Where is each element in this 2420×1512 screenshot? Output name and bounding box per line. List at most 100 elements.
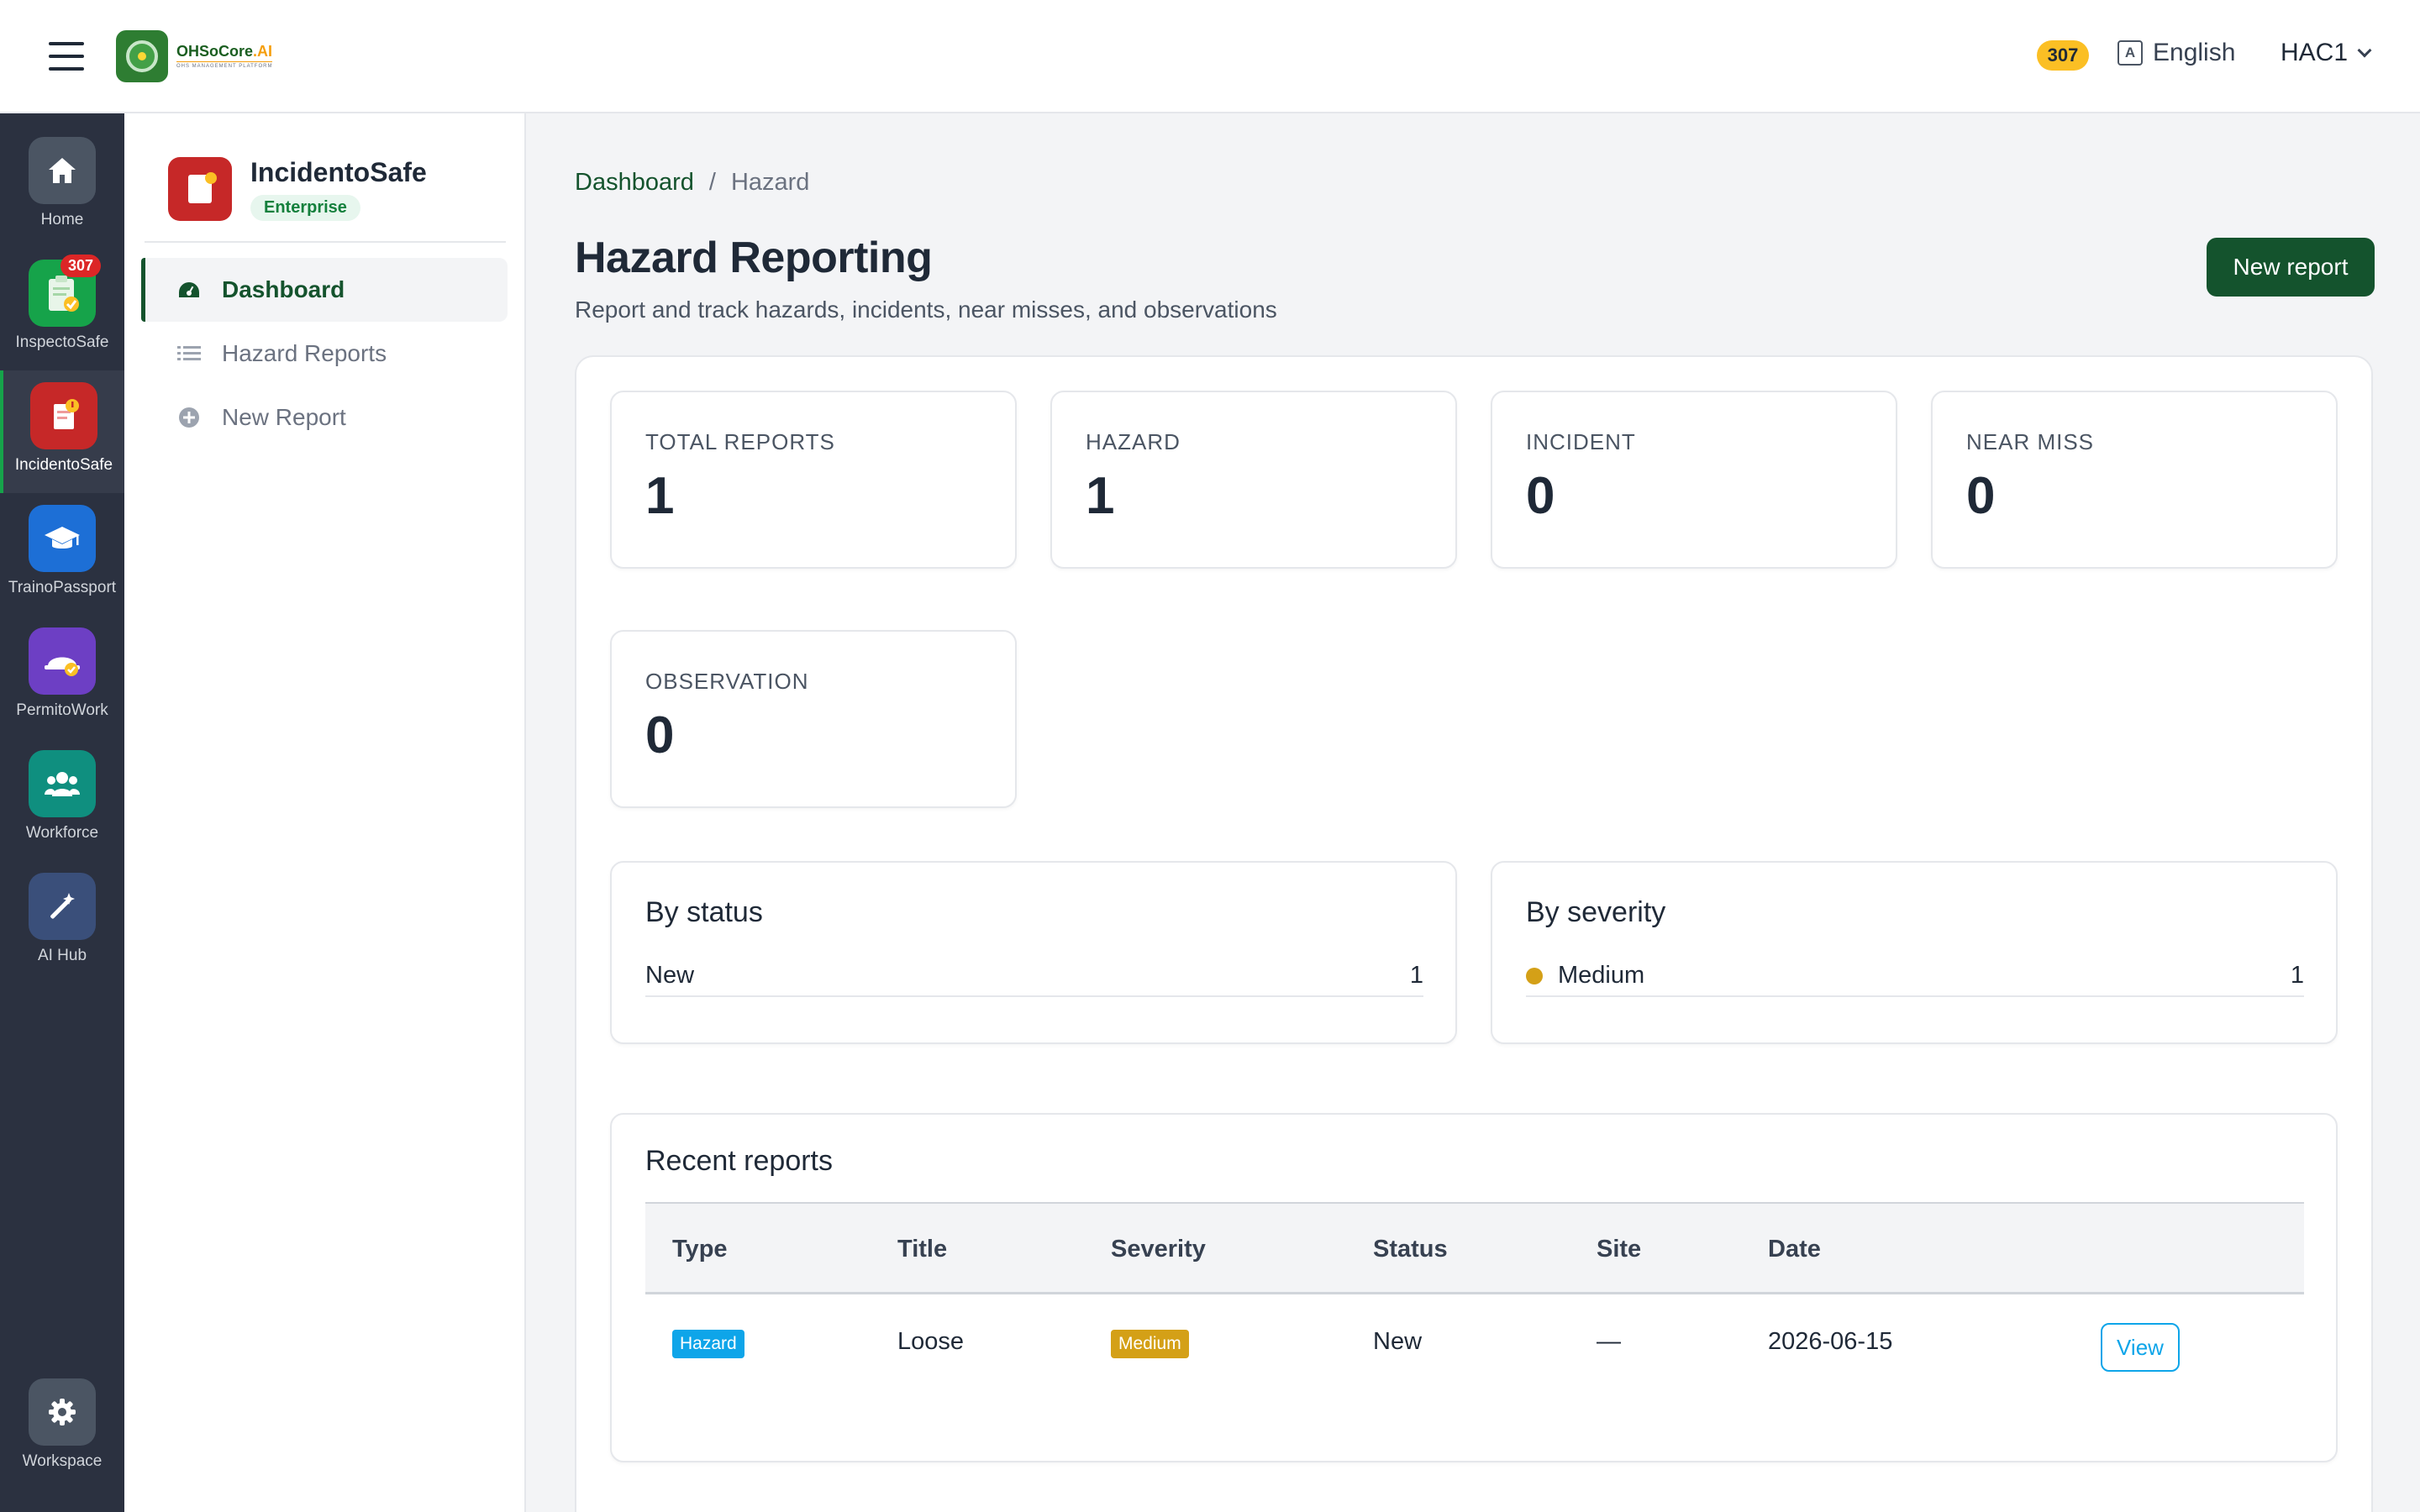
- stat-value: 1: [1086, 467, 1115, 525]
- dashboard-panel: TOTAL REPORTS 1 HAZARD 1 INCIDENT 0 NEAR…: [575, 355, 2373, 1512]
- stat-card-incident: INCIDENT 0: [1491, 391, 1897, 569]
- rail-item-workspace[interactable]: Workspace: [0, 1367, 124, 1489]
- rail-label: InspectoSafe: [15, 333, 109, 351]
- magic-wand-icon: [29, 873, 96, 940]
- column-header[interactable]: Title: [897, 1236, 947, 1263]
- logo-text: OHSoCore: [176, 43, 254, 60]
- tier-badge: Enterprise: [250, 195, 360, 221]
- stat-value: 0: [1526, 467, 1555, 525]
- rail-item-ai-hub[interactable]: AI Hub: [0, 861, 124, 984]
- stat-label: OBSERVATION: [645, 669, 809, 694]
- report-status: New: [1373, 1328, 1423, 1355]
- gear-icon: [29, 1378, 96, 1446]
- status-row: New 1: [645, 962, 1423, 997]
- table-row: Hazard Loose Medium New — 2026-06-15 Vie…: [645, 1294, 2304, 1397]
- rail-label: IncidentoSafe: [14, 456, 113, 474]
- rail-item-permitowork[interactable]: PermitoWork: [0, 616, 124, 738]
- report-date: 2026-06-15: [1768, 1328, 1893, 1355]
- recent-reports-card: Recent reports Type Title Severity Statu…: [610, 1113, 2338, 1462]
- recent-reports-table: Type Title Severity Status Site Date Haz…: [645, 1202, 2304, 1397]
- notification-badge[interactable]: 307: [2037, 40, 2089, 71]
- divider: [145, 241, 506, 243]
- severity-badge: Medium: [1111, 1330, 1189, 1358]
- user-menu[interactable]: HAC1: [2281, 39, 2372, 67]
- translate-icon: A: [2118, 40, 2143, 66]
- module-name: IncidentoSafe: [250, 157, 427, 187]
- rail-item-inspectosafe[interactable]: 307 InspectoSafe: [0, 248, 124, 370]
- module-header: IncidentoSafe Enterprise: [168, 157, 427, 221]
- rail-notification-badge: 307: [60, 255, 101, 277]
- sidebar-item-dashboard[interactable]: Dashboard: [141, 258, 508, 322]
- users-icon: [29, 750, 96, 817]
- sidebar-item-label: New Report: [222, 404, 346, 430]
- column-header[interactable]: Site: [1597, 1236, 1641, 1263]
- shield-logo-icon: [116, 30, 168, 82]
- breadcrumb-dashboard-link[interactable]: Dashboard: [575, 169, 694, 197]
- sidebar-item-label: Hazard Reports: [222, 340, 387, 366]
- logo[interactable]: OHSoCore.AI OHS MANAGEMENT PLATFORM: [116, 30, 273, 82]
- graduation-cap-icon: [29, 505, 96, 572]
- report-site: —: [1597, 1328, 1621, 1355]
- stat-card-near-miss: NEAR MISS 0: [1931, 391, 2338, 569]
- by-status-card: By status New 1: [610, 861, 1457, 1044]
- chevron-down-icon: [2357, 43, 2372, 58]
- sidebar-item-hazard-reports[interactable]: Hazard Reports: [141, 322, 508, 386]
- stat-value: 0: [645, 706, 675, 764]
- table-header: Type Title Severity Status Site Date: [645, 1202, 2304, 1294]
- page-title: Hazard Reporting: [575, 234, 933, 282]
- card-title: By severity: [1526, 896, 1666, 928]
- breadcrumb-current: Hazard: [730, 169, 810, 196]
- new-report-button[interactable]: New report: [2207, 238, 2375, 297]
- top-bar: OHSoCore.AI OHS MANAGEMENT PLATFORM 307 …: [0, 0, 2420, 113]
- logo-suffix: .AI: [253, 43, 273, 60]
- card-title: By status: [645, 896, 763, 928]
- severity-row: Medium 1: [1526, 962, 2304, 997]
- view-report-button[interactable]: View: [2101, 1323, 2180, 1372]
- main-content: Dashboard / Hazard Hazard Reporting Repo…: [526, 113, 2420, 1512]
- rail-label: Workforce: [25, 824, 99, 842]
- rail-item-home[interactable]: Home: [0, 125, 124, 248]
- rail-item-incidentosafe[interactable]: IncidentoSafe: [0, 370, 124, 493]
- stat-label: HAZARD: [1086, 429, 1181, 454]
- sidebar-item-label: Dashboard: [222, 276, 345, 302]
- card-title: Recent reports: [645, 1145, 833, 1177]
- severity-dot-icon: [1526, 967, 1543, 984]
- stat-label: NEAR MISS: [1966, 429, 2095, 454]
- column-header[interactable]: Status: [1373, 1236, 1448, 1263]
- language-selector[interactable]: A English: [2118, 39, 2235, 67]
- sidebar-item-new-report[interactable]: New Report: [141, 386, 508, 449]
- stat-card-total-reports: TOTAL REPORTS 1: [610, 391, 1017, 569]
- column-header[interactable]: Type: [672, 1236, 728, 1263]
- severity-count: 1: [2290, 962, 2304, 989]
- rail-item-workforce[interactable]: Workforce: [0, 738, 124, 861]
- status-count: 1: [1409, 962, 1423, 989]
- column-header[interactable]: Date: [1768, 1236, 1821, 1263]
- plus-circle-icon: [176, 405, 202, 430]
- app-rail: Home 307 InspectoSafe IncidentoSafe Trai…: [0, 113, 124, 1512]
- column-header[interactable]: Severity: [1111, 1236, 1206, 1263]
- severity-label: Medium: [1558, 962, 1645, 989]
- rail-label: Home: [40, 211, 84, 228]
- hard-hat-icon: [29, 627, 96, 695]
- rail-item-trainopassport[interactable]: TrainoPassport: [0, 493, 124, 616]
- home-icon: [29, 137, 96, 204]
- stat-value: 1: [645, 467, 675, 525]
- list-icon: [176, 341, 202, 366]
- language-label: English: [2153, 39, 2236, 66]
- stat-label: INCIDENT: [1526, 429, 1636, 454]
- rail-label: Workspace: [22, 1452, 103, 1470]
- stat-card-hazard: HAZARD 1: [1050, 391, 1457, 569]
- incident-report-icon: [168, 157, 232, 221]
- stat-label: TOTAL REPORTS: [645, 429, 835, 454]
- report-title: Loose: [897, 1328, 965, 1355]
- module-sidebar: IncidentoSafe Enterprise Dashboard Hazar…: [124, 113, 526, 1512]
- rail-label: TrainoPassport: [8, 579, 117, 596]
- rail-label: PermitoWork: [16, 701, 108, 719]
- type-badge: Hazard: [672, 1330, 744, 1358]
- by-severity-card: By severity Medium 1: [1491, 861, 2338, 1044]
- logo-tagline: OHS MANAGEMENT PLATFORM: [176, 61, 273, 69]
- menu-icon[interactable]: [49, 42, 84, 71]
- rail-label: AI Hub: [37, 947, 87, 964]
- user-name: HAC1: [2281, 39, 2349, 66]
- stat-card-observation: OBSERVATION 0: [610, 630, 1017, 808]
